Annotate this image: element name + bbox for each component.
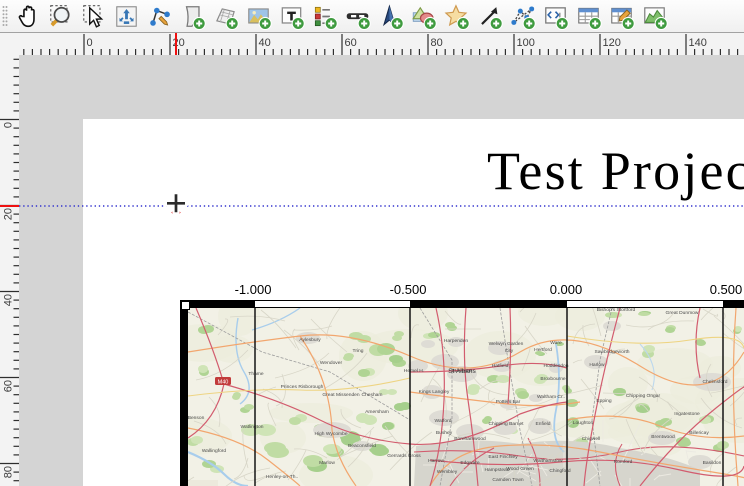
svg-text:Amersham: Amersham — [365, 409, 389, 415]
svg-text:Ingatestone: Ingatestone — [674, 411, 700, 417]
svg-text:60: 60 — [3, 380, 15, 392]
svg-text:Aylesbury: Aylesbury — [299, 337, 321, 343]
svg-text:100: 100 — [517, 37, 535, 49]
svg-text:High Wycombe: High Wycombe — [314, 431, 347, 437]
svg-text:St Albans: St Albans — [448, 368, 476, 375]
svg-text:Princes Risborough: Princes Risborough — [281, 384, 324, 390]
svg-text:Watford: Watford — [435, 418, 452, 424]
svg-text:Billericay: Billericay — [689, 430, 709, 436]
svg-text:60: 60 — [345, 37, 357, 49]
svg-text:Waltham Cr..: Waltham Cr.. — [537, 394, 565, 400]
svg-text:Watlington: Watlington — [241, 424, 264, 430]
svg-text:40: 40 — [259, 37, 271, 49]
svg-text:0: 0 — [87, 37, 93, 49]
svg-text:Hemel H.: Hemel H. — [404, 368, 424, 374]
svg-text:City: City — [505, 348, 514, 354]
svg-text:120: 120 — [603, 37, 621, 49]
svg-text:Romford: Romford — [614, 459, 633, 465]
svg-text:Edgware: Edgware — [460, 460, 480, 466]
svg-text:Camden Town: Camden Town — [492, 477, 523, 483]
svg-text:Bishop's Stortford: Bishop's Stortford — [597, 308, 636, 313]
svg-text:Tring: Tring — [353, 348, 364, 354]
svg-text:Brentwood: Brentwood — [651, 434, 675, 440]
svg-text:0: 0 — [3, 122, 15, 128]
svg-text:Wallingford: Wallingford — [202, 448, 227, 454]
svg-text:140: 140 — [689, 37, 707, 49]
svg-text:Wendover: Wendover — [320, 360, 343, 366]
svg-text:Harpenden: Harpenden — [444, 338, 468, 344]
svg-text:Marlow: Marlow — [319, 460, 335, 466]
svg-text:M40: M40 — [218, 380, 229, 386]
svg-text:Welwyn Garden: Welwyn Garden — [489, 341, 524, 347]
svg-text:Kings Langley: Kings Langley — [419, 389, 450, 395]
svg-text:Broxbourne: Broxbourne — [540, 376, 566, 382]
svg-text:Chigwell: Chigwell — [582, 436, 600, 442]
svg-text:Bushey: Bushey — [436, 430, 453, 436]
svg-text:Thame: Thame — [248, 371, 264, 377]
svg-text:Enfield: Enfield — [536, 421, 551, 427]
svg-text:Wood Green: Wood Green — [506, 466, 534, 472]
svg-text:Walthamstow: Walthamstow — [533, 458, 563, 464]
svg-text:Chelmsford: Chelmsford — [702, 379, 727, 385]
svg-text:Hertford: Hertford — [534, 347, 552, 353]
svg-text:Gerrards Cross: Gerrards Cross — [387, 453, 421, 459]
svg-text:40: 40 — [3, 294, 15, 306]
svg-text:Harrow: Harrow — [428, 458, 444, 464]
svg-text:Benson: Benson — [188, 415, 205, 421]
svg-text:20: 20 — [3, 208, 15, 220]
svg-text:Chipping Ongar: Chipping Ongar — [626, 393, 661, 399]
svg-text:80: 80 — [3, 466, 15, 478]
svg-text:Chipping Barnet: Chipping Barnet — [488, 421, 524, 427]
svg-text:Wembley: Wembley — [437, 469, 458, 475]
svg-text:Hatfield: Hatfield — [492, 363, 509, 369]
svg-text:Hoddesdon: Hoddesdon — [543, 363, 568, 369]
svg-text:80: 80 — [431, 37, 443, 49]
svg-text:Harlow: Harlow — [589, 362, 605, 368]
svg-text:Loughton: Loughton — [573, 420, 594, 426]
svg-text:Borehamwood: Borehamwood — [454, 436, 486, 442]
svg-text:Henley-on-Th..: Henley-on-Th.. — [266, 474, 298, 480]
svg-text:Chesham: Chesham — [362, 392, 383, 398]
svg-text:Potters Bar: Potters Bar — [496, 399, 521, 405]
svg-text:Sawbridgeworth: Sawbridgeworth — [594, 349, 629, 355]
svg-text:Ware: Ware — [550, 340, 562, 346]
svg-text:Great Missenden: Great Missenden — [322, 392, 360, 398]
svg-text:Beaconsfield: Beaconsfield — [348, 443, 376, 449]
svg-text:Basildon: Basildon — [703, 460, 722, 466]
svg-text:East Finchley: East Finchley — [488, 454, 518, 460]
svg-text:Epping: Epping — [596, 398, 612, 404]
svg-text:Great Dunmow: Great Dunmow — [666, 310, 699, 316]
